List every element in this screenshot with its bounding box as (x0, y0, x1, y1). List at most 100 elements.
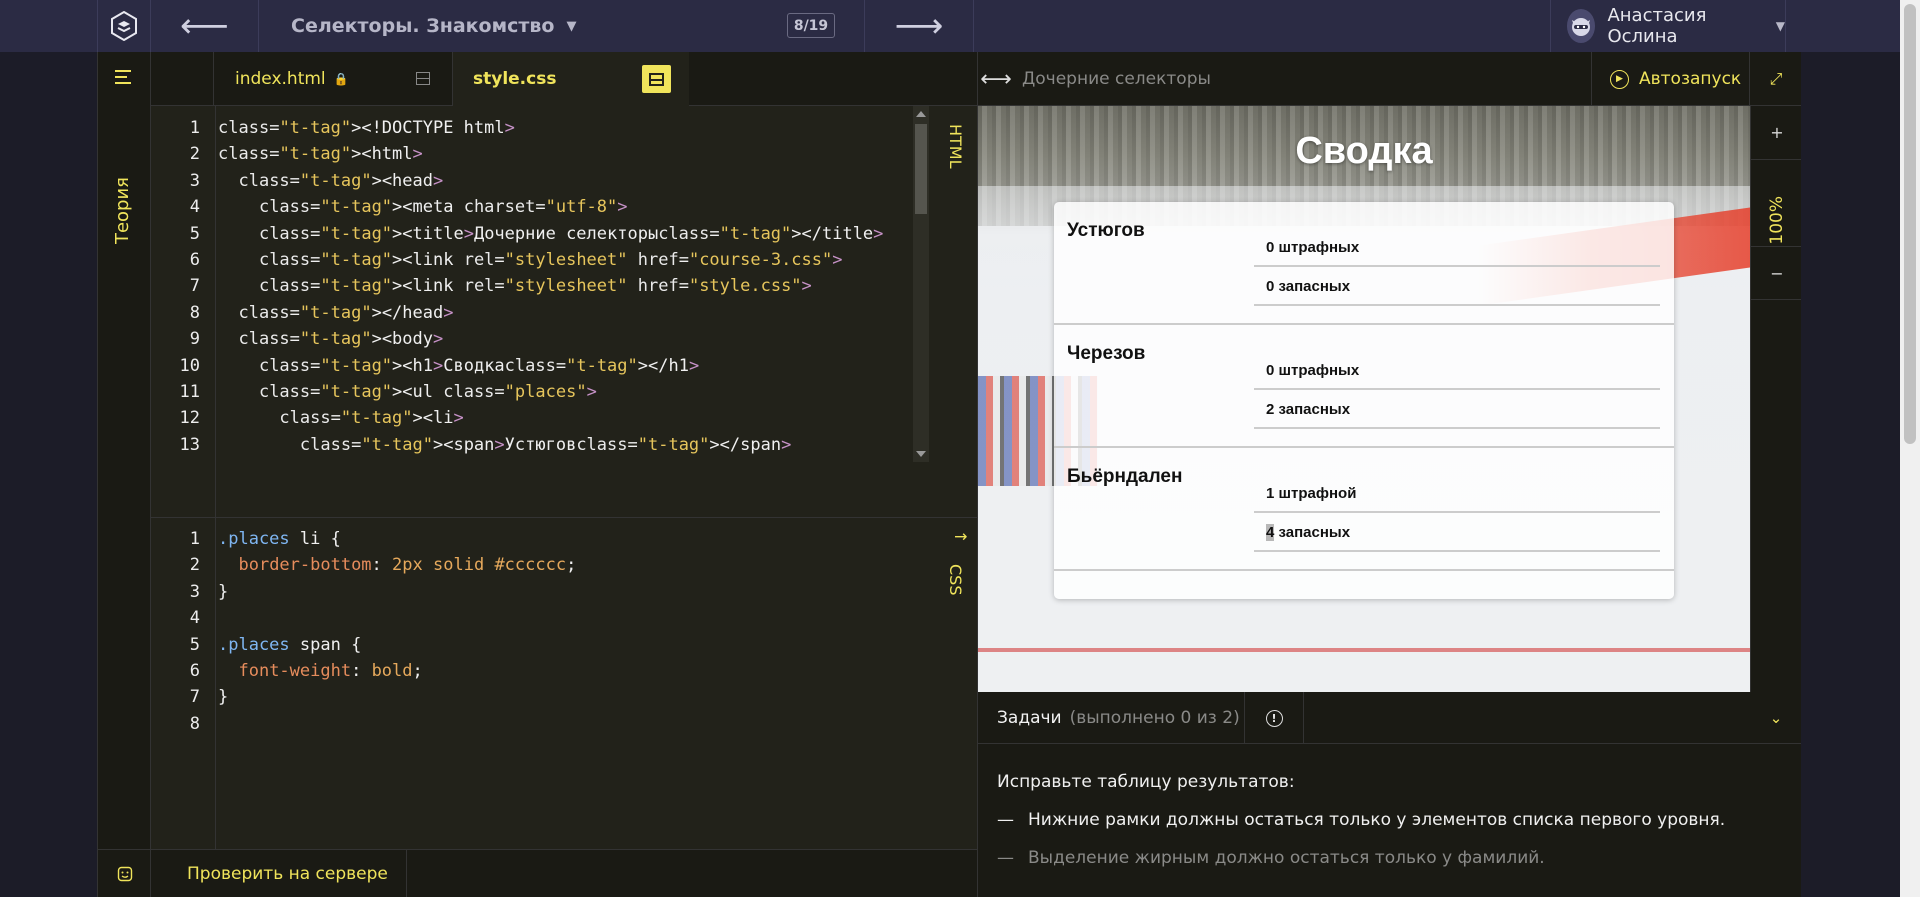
css-pane[interactable]: 1 .places li {2 border-bottom: 2px solid … (151, 518, 977, 897)
code-text: class="t-tag"><meta charset="utf-8"> (258, 197, 628, 218)
code-line[interactable]: 6 class="t-tag"><link rel="stylesheet" h… (190, 247, 933, 273)
autorun-button[interactable]: ▶ Автозапуск (1591, 52, 1750, 106)
expand-icon[interactable]: ⤢ (1750, 52, 1802, 106)
code-line[interactable]: 8 (190, 711, 933, 737)
split-view-icon[interactable] (416, 72, 430, 85)
left-sidebar: Теория (97, 52, 152, 897)
task-dash: — (997, 810, 1014, 830)
code-line[interactable]: 10 class="t-tag"><h1>Сводкаclass="t-tag"… (180, 353, 933, 379)
code-line[interactable]: 4 (190, 605, 933, 631)
user-menu[interactable]: Анастасия Ослина ▼ (1550, 0, 1786, 52)
menu-icon[interactable] (115, 70, 133, 88)
code-line[interactable]: 7} (190, 684, 933, 710)
code-text: class="t-tag"><ul class="places"> (258, 382, 597, 402)
code-line[interactable]: 4 class="t-tag"><meta charset="utf-8"> (190, 194, 933, 220)
scrollbar-thumb[interactable] (1904, 4, 1916, 444)
arrow-up-icon[interactable]: ↑ (951, 530, 970, 543)
zoom-level: 100% (1767, 196, 1787, 245)
place-item: Устюгов 0 штрафных 0 запасных (1054, 202, 1674, 325)
place-name: Бьёрндален (1067, 466, 1183, 487)
user-name: Анастасия Ослина (1607, 5, 1707, 47)
tasks-panel: Задачи (выполнено 0 из 2) ! ⌄ Исправьте … (978, 692, 1802, 897)
stat-item: 0 штрафных (1254, 352, 1660, 390)
stat-item: 1 штрафной (1254, 475, 1660, 513)
stat-item: 2 запасных (1254, 391, 1660, 429)
task-item: — Нижние рамки должны остаться только у … (997, 810, 1725, 830)
html-pane[interactable]: 1 class="t-tag"><!DOCTYPE html> 2 class="t-… (151, 106, 977, 518)
code-text: class="t-tag"><link rel="stylesheet" hre… (258, 250, 843, 270)
code-line[interactable]: 5 class="t-tag"><title>Дочерние селектор… (190, 221, 933, 247)
course-title-dropdown[interactable]: Селекторы. Знакомство ▼ 8/19 (259, 0, 865, 52)
code-text: class="t-tag"><!DOCTYPE html> (218, 118, 515, 138)
code-line[interactable]: 1 class="t-tag"><!DOCTYPE html> (190, 115, 933, 141)
code-text: class="t-tag"><link rel="stylesheet" hre… (258, 276, 812, 297)
line-number: 7 (189, 687, 200, 708)
split-view-button[interactable] (642, 65, 671, 93)
code-line[interactable]: 9 class="t-tag"><body> (190, 326, 933, 352)
prev-lesson-button[interactable]: ⟵ (151, 0, 259, 52)
avatar (1567, 9, 1596, 43)
line-number: 10 (179, 355, 200, 376)
line-number: 3 (189, 170, 200, 191)
scrollbar-thumb[interactable] (915, 124, 927, 214)
task-item: — Выделение жирным должно остаться тольк… (997, 848, 1545, 868)
feedback-button[interactable] (98, 849, 152, 897)
tab-label: index.html (235, 69, 326, 89)
task-text: Выделение жирным должно остаться только … (1028, 848, 1545, 868)
lock-icon: 🔒 (333, 72, 349, 86)
code-line[interactable]: 1 .places li { (190, 526, 933, 552)
code-line[interactable]: 12 class="t-tag"><li> (180, 405, 933, 431)
line-number: 5 (189, 223, 200, 244)
resize-horizontal-icon[interactable]: ⟷ (978, 52, 1014, 106)
code-line[interactable]: 3 class="t-tag"><head> (190, 168, 933, 194)
preview-title: Дочерние селекторы (1022, 69, 1211, 89)
arrow-right-icon: ⟶ (894, 6, 944, 46)
tab-index-html[interactable]: index.html 🔒 (214, 52, 453, 106)
preview-heading: Сводка (1295, 130, 1433, 172)
scroll-up-icon[interactable] (916, 111, 926, 117)
code-text: .places li { (218, 529, 341, 549)
html-label: HTML (946, 124, 965, 169)
line-number: 9 (189, 329, 200, 350)
info-button[interactable]: ! (1244, 692, 1304, 744)
places-list: Устюгов 0 штрафных 0 запасных Черезов 0 … (1054, 202, 1674, 599)
next-lesson-button[interactable]: ⟶ (865, 0, 974, 52)
place-item: Бьёрндален 1 штрафной 4 запасных (1054, 448, 1674, 571)
stat-item: 4 запасных (1254, 514, 1660, 552)
place-name: Устюгов (1067, 220, 1145, 241)
code-line[interactable]: 2 class="t-tag"><html> (190, 141, 933, 167)
code-line[interactable]: 13 class="t-tag"><span>Устюговclass="t-t… (180, 432, 933, 458)
check-on-server-button[interactable]: Проверить на сервере (151, 850, 407, 897)
code-text: class="t-tag"><body> (238, 329, 444, 350)
code-line[interactable]: 6 font-weight: bold; (190, 658, 933, 684)
tasks-title[interactable]: Задачи (выполнено 0 из 2) (997, 692, 1240, 744)
line-number: 2 (189, 144, 200, 165)
logo[interactable] (97, 0, 151, 52)
place-item: Черезов 0 штрафных 2 запасных (1054, 325, 1674, 448)
code-text: class="t-tag"><li> (279, 408, 464, 429)
zoom-in-button[interactable]: + (1751, 106, 1803, 160)
scroll-down-icon[interactable] (916, 451, 926, 457)
tasks-header: Задачи (выполнено 0 из 2) ! ⌄ (978, 692, 1802, 744)
line-number: 6 (189, 250, 200, 270)
html-scrollbar[interactable] (913, 106, 929, 462)
theory-tab[interactable]: Теория (112, 177, 133, 244)
collapse-icon[interactable]: ⌄ (1750, 692, 1802, 744)
css-code[interactable]: 1 .places li {2 border-bottom: 2px solid … (190, 518, 933, 897)
code-text: class="t-tag"><h1>Сводкаclass="t-tag"></… (258, 355, 700, 376)
code-line[interactable]: 2 border-bottom: 2px solid #cccccc; (190, 552, 933, 578)
lesson-counter: 8/19 (787, 13, 835, 38)
page-scrollbar[interactable] (1900, 0, 1920, 897)
code-line[interactable]: 8 class="t-tag"></head> (190, 300, 933, 326)
line-number: 2 (189, 555, 200, 576)
code-line[interactable]: 7 class="t-tag"><link rel="stylesheet" h… (190, 273, 933, 299)
code-line[interactable]: 3} (190, 579, 933, 605)
css-label: CSS (946, 564, 965, 596)
code-line[interactable]: 11 class="t-tag"><ul class="places"> (180, 379, 933, 405)
code-text: class="t-tag"><span>Устюговclass="t-tag"… (299, 434, 792, 455)
html-code[interactable]: 1 class="t-tag"><!DOCTYPE html> 2 class="t-… (180, 106, 933, 517)
tab-style-css[interactable]: style.css (453, 52, 689, 106)
code-line[interactable]: 5 .places span { (190, 632, 933, 658)
zoom-out-button[interactable]: − (1751, 246, 1803, 300)
arrow-left-icon: ⟵ (180, 6, 229, 46)
